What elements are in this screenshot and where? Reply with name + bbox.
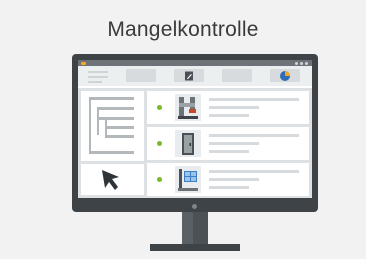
chart-button[interactable] — [270, 69, 300, 82]
toolbar-button[interactable] — [222, 69, 252, 82]
app-logo-icon — [81, 61, 86, 65]
list-item[interactable] — [147, 163, 309, 196]
list-item[interactable] — [147, 127, 309, 160]
pointer-tool-panel[interactable] — [81, 164, 144, 195]
cursor-arrow-icon — [102, 170, 119, 190]
window-control-icon[interactable] — [295, 61, 298, 65]
monitor — [72, 54, 318, 212]
status-dot — [157, 177, 162, 182]
pie-chart-icon — [280, 70, 290, 81]
app-screen — [78, 60, 312, 198]
content-area — [78, 88, 312, 198]
monitor-base — [150, 244, 240, 251]
toolbar — [78, 66, 312, 86]
door-icon — [175, 130, 201, 157]
pipe-installation-icon — [175, 94, 201, 121]
structure-tree-panel[interactable] — [81, 91, 144, 161]
edit-document-icon — [185, 71, 193, 80]
tiled-window-icon — [175, 166, 201, 193]
toolbar-button[interactable] — [126, 69, 156, 82]
window-control-icon[interactable] — [300, 61, 303, 65]
page-title: Mangelkontrolle — [107, 18, 259, 41]
status-dot — [157, 141, 162, 146]
edit-button[interactable] — [174, 69, 204, 82]
window-control-icon[interactable] — [305, 61, 308, 65]
list-item[interactable] — [147, 91, 309, 124]
monitor-stand-shadow — [193, 212, 208, 244]
status-dot — [157, 105, 162, 110]
menu-lines-icon[interactable] — [88, 71, 108, 86]
power-indicator — [192, 204, 197, 209]
